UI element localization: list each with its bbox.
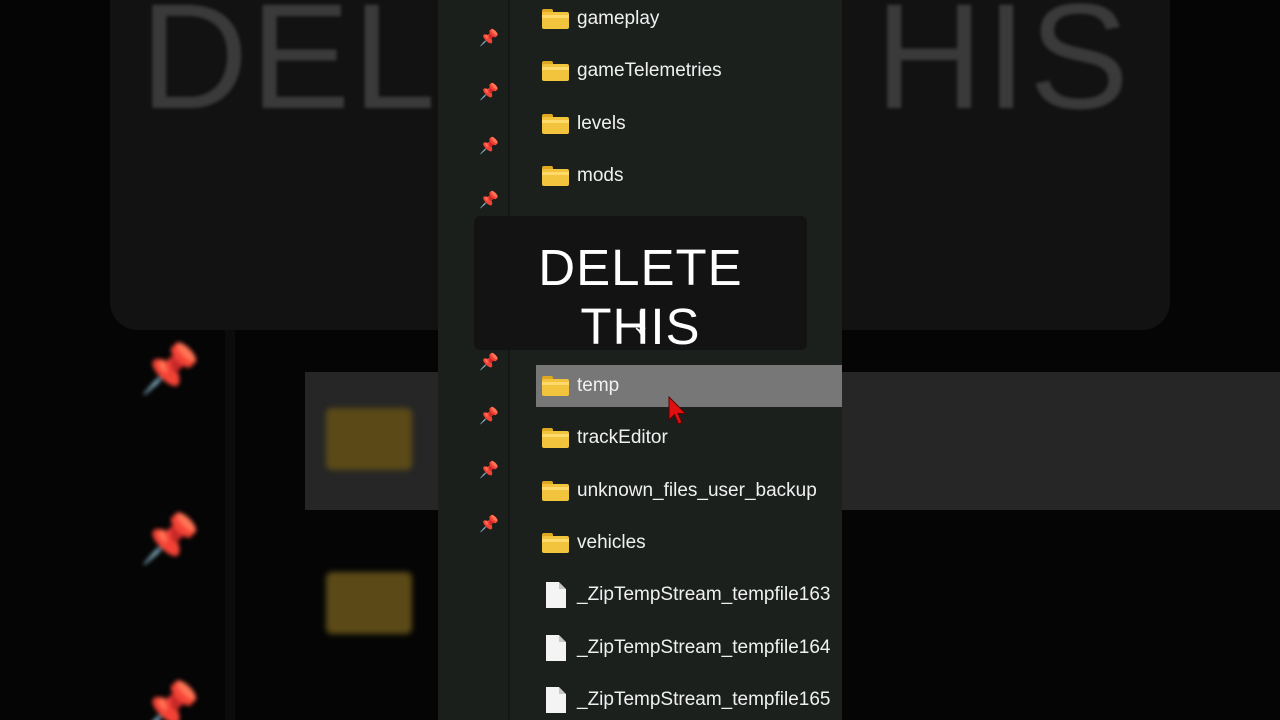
background-divider: [225, 330, 235, 720]
folder-item-vehicles[interactable]: vehicles: [536, 522, 842, 564]
quick-access-pin-column: 📌 📌 📌 📌 📌 📌 📌 📌: [438, 0, 508, 720]
background-pin-icon: 📌: [140, 681, 200, 720]
file-item-tempfile165[interactable]: _ZipTempStream_tempfile165: [536, 679, 842, 720]
folder-icon: [542, 376, 569, 396]
folder-icon: [542, 533, 569, 553]
background-folder-icon: [326, 572, 412, 634]
background-pin-icon: 📌: [140, 513, 200, 566]
file-icon: [546, 687, 566, 713]
folder-item-mods[interactable]: mods: [536, 155, 842, 197]
item-label: _ZipTempStream_tempfile165: [577, 689, 831, 710]
item-label: gameTelemetries: [577, 60, 722, 81]
item-label: levels: [577, 113, 626, 134]
file-explorer-strip: 📌 📌 📌 📌 📌 📌 📌 📌 gameplay gameTelemetries…: [438, 0, 842, 720]
item-label: vehicles: [577, 532, 646, 553]
item-label: unknown_files_user_backup: [577, 480, 817, 501]
pin-icon[interactable]: 📌: [478, 190, 500, 212]
folder-item-gameplay[interactable]: gameplay: [536, 0, 842, 40]
item-label: mods: [577, 165, 624, 186]
background-caption-fragment-left: DEL: [140, 0, 438, 140]
background-caption-fragment-right: HIS: [875, 0, 1132, 140]
file-icon: [546, 635, 566, 661]
instruction-caption: DELETE THIS ↓: [474, 216, 807, 355]
item-label: gameplay: [577, 8, 660, 29]
pin-icon[interactable]: 📌: [478, 82, 500, 104]
item-label: temp: [577, 375, 620, 396]
pane-divider[interactable]: [508, 0, 510, 720]
item-label: trackEditor: [577, 427, 668, 448]
folder-icon: [542, 428, 569, 448]
folder-item-temp[interactable]: temp: [536, 365, 842, 407]
folder-icon: [542, 61, 569, 81]
down-arrow-icon: ↓: [630, 298, 651, 342]
background-folder-icon: [326, 408, 412, 470]
file-item-tempfile163[interactable]: _ZipTempStream_tempfile163: [536, 574, 842, 616]
folder-icon: [542, 166, 569, 186]
item-label: _ZipTempStream_tempfile164: [577, 637, 831, 658]
item-label: _ZipTempStream_tempfile163: [577, 584, 831, 605]
folder-item-gametelemetries[interactable]: gameTelemetries: [536, 50, 842, 92]
folder-item-trackeditor[interactable]: trackEditor: [536, 417, 842, 459]
file-icon: [546, 582, 566, 608]
file-item-tempfile164[interactable]: _ZipTempStream_tempfile164: [536, 627, 842, 669]
folder-item-levels[interactable]: levels: [536, 103, 842, 145]
pin-icon[interactable]: 📌: [478, 514, 500, 536]
pin-icon[interactable]: 📌: [478, 28, 500, 50]
folder-icon: [542, 114, 569, 134]
folder-icon: [542, 481, 569, 501]
background-pin-icon: 📌: [140, 343, 200, 396]
pin-icon[interactable]: 📌: [478, 136, 500, 158]
pin-icon[interactable]: 📌: [478, 406, 500, 428]
mouse-cursor-icon: [668, 396, 687, 425]
folder-icon: [542, 9, 569, 29]
pin-icon[interactable]: 📌: [478, 460, 500, 482]
folder-item-unknown-files-user-backup[interactable]: unknown_files_user_backup: [536, 470, 842, 512]
